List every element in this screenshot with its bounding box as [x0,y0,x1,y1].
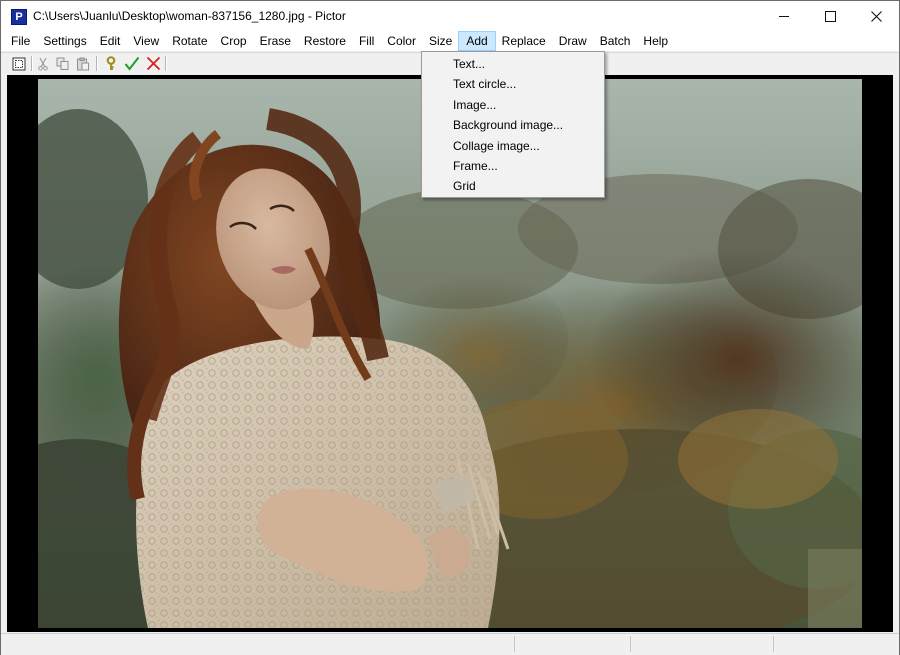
cancel-icon [146,56,160,71]
select-icon [12,57,26,70]
key-icon [106,56,116,70]
status-pane [630,636,773,652]
maximize-icon [824,10,836,22]
add-menu-dropdown: Text... Text circle... Image... Backgrou… [421,51,605,198]
apply-button[interactable] [123,55,141,72]
menu-color[interactable]: Color [380,31,423,51]
add-menu-item-grid[interactable]: Grid [422,176,604,196]
status-pane [514,636,630,652]
minimize-icon [779,15,789,17]
copy-button[interactable] [54,55,72,72]
menu-size[interactable]: Size [422,31,459,51]
status-pane [773,636,899,652]
menu-edit[interactable]: Edit [93,31,128,51]
add-menu-item-frame[interactable]: Frame... [422,156,604,176]
status-bar [1,633,899,655]
app-window: P C:\Users\Juanlu\Desktop\woman-837156_1… [0,0,900,655]
menu-fill[interactable]: Fill [352,31,381,51]
menu-bar: File Settings Edit View Rotate Crop Eras… [1,31,899,51]
menu-rotate[interactable]: Rotate [165,31,214,51]
add-menu-item-image[interactable]: Image... [422,95,604,115]
paste-button[interactable] [74,55,92,72]
copy-icon [56,57,69,70]
key-button[interactable] [102,55,120,72]
add-menu-item-background-image[interactable]: Background image... [422,115,604,135]
menu-crop[interactable]: Crop [214,31,254,51]
add-menu-item-text[interactable]: Text... [422,54,604,74]
menu-help[interactable]: Help [636,31,675,51]
maximize-button[interactable] [807,1,853,31]
menu-batch[interactable]: Batch [593,31,638,51]
app-logo-icon[interactable]: P [11,9,27,25]
toolbar-separator [96,56,98,71]
cancel-button[interactable] [144,55,162,72]
close-button[interactable] [853,1,899,31]
status-pane-main [1,636,513,652]
menu-replace[interactable]: Replace [495,31,553,51]
menu-erase[interactable]: Erase [253,31,298,51]
add-menu-item-text-circle[interactable]: Text circle... [422,74,604,94]
menu-add[interactable]: Add [458,31,496,51]
close-icon [870,10,882,22]
menu-restore[interactable]: Restore [297,31,353,51]
select-all-button[interactable] [10,55,28,72]
check-icon [124,56,140,71]
cut-button[interactable] [34,55,52,72]
toolbar-separator [165,56,167,71]
window-title: C:\Users\Juanlu\Desktop\woman-837156_128… [33,9,346,23]
cut-icon [38,57,48,71]
toolbar-separator [31,56,33,71]
paste-icon [77,57,89,70]
title-bar: P C:\Users\Juanlu\Desktop\woman-837156_1… [1,1,899,31]
menu-draw[interactable]: Draw [552,31,594,51]
minimize-button[interactable] [761,1,807,31]
menu-settings[interactable]: Settings [36,31,93,51]
menu-view[interactable]: View [126,31,166,51]
add-menu-item-collage-image[interactable]: Collage image... [422,136,604,156]
menu-file[interactable]: File [4,31,37,51]
